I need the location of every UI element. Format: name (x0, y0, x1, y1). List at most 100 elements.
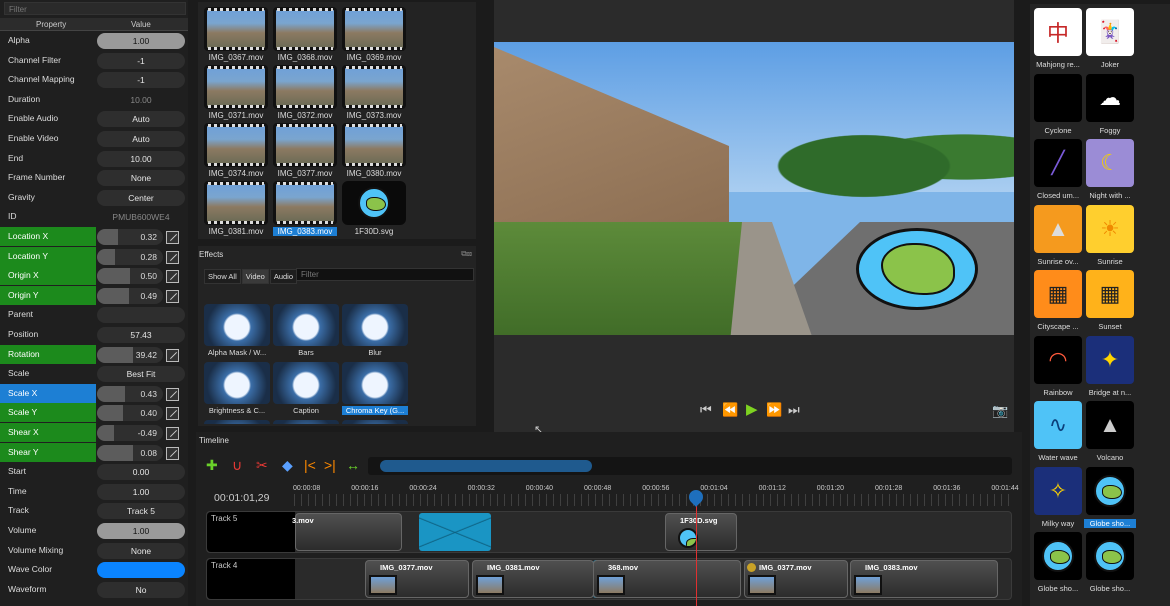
keyframe-curve-icon[interactable] (166, 446, 179, 460)
file-item[interactable]: IMG_0377.mov (273, 123, 337, 178)
property-row[interactable]: Enable Audio Auto (0, 109, 188, 129)
next-marker-icon[interactable]: >| (324, 457, 336, 473)
emoji-item[interactable]: Cyclone (1032, 73, 1084, 135)
timeline-track[interactable]: Track 5 3.mov 1F30D.svg (206, 511, 1012, 553)
file-item[interactable]: IMG_0372.mov (273, 65, 337, 120)
property-value[interactable]: 39.42 (97, 346, 163, 363)
timeline-clip[interactable]: IMG_0383.mov (850, 560, 998, 598)
emoji-item[interactable]: ▲ Volcano (1084, 401, 1136, 462)
effects-filter-input[interactable]: Filter (296, 268, 474, 281)
emoji-item[interactable]: ▦ Sunset (1084, 270, 1136, 331)
razor-icon[interactable]: ✂ (256, 457, 268, 474)
center-timeline-icon[interactable]: ↔ (346, 457, 360, 473)
property-row[interactable]: Volume Mixing None (0, 541, 188, 561)
camera-icon[interactable]: 📷 (992, 403, 1008, 419)
emoji-item[interactable]: Globe sho... (1084, 466, 1136, 528)
fast-forward-icon[interactable]: ⏩ (766, 402, 782, 418)
property-row[interactable]: Location X 0.32 (0, 227, 188, 247)
transition-block[interactable] (419, 513, 491, 551)
property-value[interactable]: 0.08 (97, 444, 163, 461)
property-row[interactable]: Alpha 1.00 (0, 31, 188, 51)
timeline-clip[interactable]: 368.mov (593, 560, 741, 598)
timeline-clip[interactable]: IMG_0377.mov (365, 560, 469, 598)
snap-magnet-icon[interactable]: ∪ (232, 457, 242, 474)
effect-item[interactable]: Brightness & C... (204, 362, 270, 415)
file-item[interactable]: IMG_0368.mov (273, 7, 337, 62)
property-value[interactable]: -1 (97, 52, 185, 69)
file-item[interactable]: 1F30D.svg (342, 181, 406, 236)
add-marker-icon[interactable]: ◆ (282, 457, 293, 474)
property-value[interactable]: -1 (97, 72, 185, 89)
emoji-item[interactable]: ▦ Cityscape ... (1032, 270, 1084, 331)
property-value[interactable] (97, 307, 185, 324)
effect-item[interactable]: Bars (273, 304, 339, 357)
jump-end-icon[interactable]: ⏭ (788, 402, 800, 418)
property-value[interactable]: Best Fit (97, 366, 185, 383)
property-row[interactable]: Duration 10.00 (0, 90, 188, 110)
emoji-item[interactable]: ✧ Milky way (1032, 466, 1084, 528)
property-value[interactable]: Track 5 (97, 503, 185, 520)
emoji-item[interactable]: ☾ Night with ... (1084, 139, 1136, 200)
file-item[interactable]: IMG_0371.mov (204, 65, 268, 120)
file-item[interactable]: IMG_0373.mov (342, 65, 406, 120)
effect-item[interactable] (273, 420, 339, 424)
property-row[interactable]: End 10.00 (0, 149, 188, 169)
keyframe-curve-icon[interactable] (166, 289, 179, 303)
clip-effect-badge-icon[interactable] (747, 563, 756, 572)
keyframe-curve-icon[interactable] (166, 387, 179, 401)
timeline-ruler[interactable] (294, 494, 1014, 506)
property-row[interactable]: Waveform No (0, 580, 188, 600)
file-item[interactable]: IMG_0383.mov (273, 181, 337, 236)
file-item[interactable]: IMG_0381.mov (204, 181, 268, 236)
property-value[interactable]: PMUB600WE4 (97, 209, 185, 225)
play-icon[interactable]: ▶ (746, 400, 758, 418)
property-value[interactable]: None (97, 170, 185, 187)
emoji-item[interactable]: Globe sho... (1084, 532, 1136, 593)
property-value[interactable]: 0.28 (97, 248, 163, 265)
property-value[interactable]: 1.00 (97, 483, 185, 500)
property-row[interactable]: Rotation 39.42 (0, 344, 188, 365)
property-row[interactable]: Parent (0, 305, 188, 325)
property-row[interactable]: Enable Video Auto (0, 129, 188, 149)
keyframe-curve-icon[interactable] (166, 231, 179, 244)
property-value[interactable]: 1.00 (97, 523, 185, 539)
property-row[interactable]: Time 1.00 (0, 482, 188, 502)
emoji-item[interactable]: Globe sho... (1032, 532, 1084, 593)
property-row[interactable]: Track Track 5 (0, 501, 188, 521)
jump-start-icon[interactable]: ⏮ (700, 402, 712, 418)
effect-item[interactable]: Alpha Mask / W... (204, 304, 270, 357)
property-value[interactable]: Auto (97, 131, 185, 147)
property-row[interactable]: Frame Number None (0, 168, 188, 188)
property-row[interactable]: Start 0.00 (0, 462, 188, 482)
property-value[interactable]: Auto (97, 111, 185, 128)
keyframe-curve-icon[interactable] (166, 348, 179, 362)
property-row[interactable]: Gravity Center (0, 188, 188, 208)
wave-color-swatch[interactable] (97, 562, 185, 579)
rewind-icon[interactable]: ⏪ (722, 402, 738, 418)
property-value[interactable]: 57.43 (97, 327, 185, 343)
property-row[interactable]: Channel Filter -1 (0, 51, 188, 71)
video-preview-frame[interactable] (494, 42, 1014, 335)
emoji-item[interactable]: ☁ Foggy (1084, 73, 1136, 135)
property-row[interactable]: Position 57.43 (0, 325, 188, 345)
property-value[interactable]: Center (97, 189, 185, 206)
property-value[interactable]: 1.00 (97, 33, 185, 49)
effect-item[interactable]: Caption (273, 362, 339, 415)
property-row[interactable]: Volume 1.00 (0, 521, 188, 541)
property-row[interactable]: Origin Y 0.49 (0, 285, 188, 306)
property-value[interactable]: None (97, 542, 185, 559)
property-row[interactable]: ID PMUB600WE4 (0, 207, 188, 227)
property-value[interactable]: -0.49 (97, 425, 163, 441)
property-value[interactable]: 0.50 (97, 268, 163, 285)
effect-item[interactable]: Blur (342, 304, 408, 357)
property-row[interactable]: Location Y 0.28 (0, 246, 188, 267)
timeline-clip[interactable]: IMG_0377.mov (744, 560, 848, 598)
property-value[interactable]: 0.40 (97, 405, 163, 422)
property-value[interactable]: 10.00 (97, 92, 185, 108)
effect-item[interactable]: Chroma Key (G... (342, 362, 408, 415)
file-item[interactable]: IMG_0367.mov (204, 7, 268, 62)
properties-filter-input[interactable]: Filter (4, 2, 186, 15)
tab-show-all[interactable]: Show All (204, 269, 241, 284)
timeline-clip[interactable]: IMG_0381.mov (472, 560, 594, 598)
property-row[interactable]: Shear Y 0.08 (0, 442, 188, 463)
